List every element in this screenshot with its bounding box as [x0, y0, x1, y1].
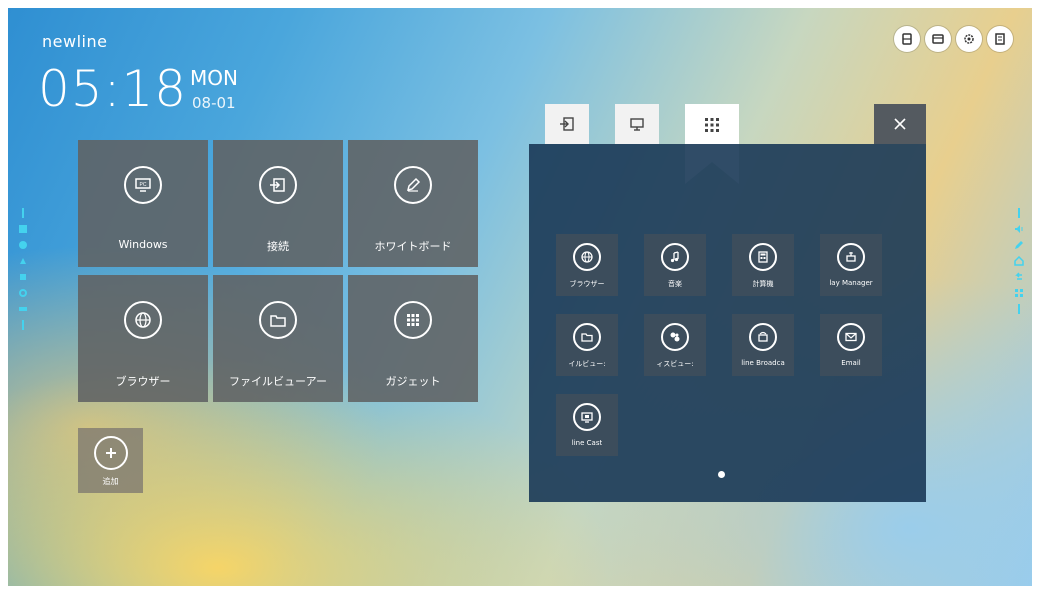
page-indicator-dot[interactable] [718, 471, 725, 478]
apps-icon[interactable] [1014, 288, 1024, 298]
app-label: ィスビュー: [656, 360, 694, 368]
settings-gear-icon[interactable] [956, 26, 982, 52]
app-label: イルビュー: [568, 360, 606, 368]
clock-day: MON [190, 66, 238, 90]
home-icon[interactable] [1014, 256, 1024, 266]
input-tab-icon [560, 117, 574, 131]
tile-browser[interactable]: ブラウザー [78, 275, 208, 402]
sidebar-divider [1018, 304, 1020, 314]
tab-display[interactable] [615, 104, 659, 144]
side-tool-icon[interactable] [18, 224, 28, 234]
app-label: line Broadca [741, 359, 785, 367]
display-tab-icon [630, 118, 644, 131]
pen-tool-icon[interactable] [1014, 240, 1024, 250]
input-source-icon [259, 166, 297, 204]
apps-grid-icon [394, 301, 432, 339]
left-sidebar [18, 208, 28, 330]
globe-icon [124, 301, 162, 339]
tile-file-viewer[interactable]: ファイルビューアー [213, 275, 343, 402]
app-label: lay Manager [829, 279, 873, 287]
pc-icon: PC [124, 166, 162, 204]
side-tool-icon[interactable] [18, 272, 28, 282]
email-icon [837, 323, 865, 351]
app-music[interactable]: 音楽 [644, 234, 706, 296]
tile-label: ブラウザー [115, 375, 171, 388]
app-photo-viewer[interactable]: ィスビュー: [644, 314, 706, 376]
app-label: ブラウザー [569, 280, 605, 288]
sidebar-divider [22, 320, 24, 330]
tile-gadget[interactable]: ガジェット [348, 275, 478, 402]
app-label: Email [841, 359, 861, 367]
display-manager-icon [837, 243, 865, 271]
tab-input[interactable] [545, 104, 589, 144]
close-panel-button[interactable] [874, 104, 926, 144]
clock-time: 05:18 [38, 60, 188, 118]
tile-label: ファイルビューアー [229, 375, 327, 388]
tile-label: 接続 [267, 240, 289, 253]
desktop-screen: newline 05:18 MON 08-01 PC Windows 接続 ホワ… [8, 8, 1032, 586]
photo-icon [661, 323, 689, 351]
app-cast[interactable]: line Cast [556, 394, 618, 456]
app-email[interactable]: Email [820, 314, 882, 376]
sidebar-divider [22, 208, 24, 218]
system-icons [894, 26, 1013, 52]
app-label: 音楽 [668, 280, 682, 288]
right-sidebar [1014, 208, 1024, 314]
side-tool-icon[interactable] [18, 304, 28, 314]
storage-icon[interactable] [894, 26, 920, 52]
side-tool-icon[interactable] [18, 288, 28, 298]
app-broadcast[interactable]: line Broadca [732, 314, 794, 376]
plus-icon [93, 436, 128, 470]
side-tool-icon[interactable] [18, 256, 28, 266]
globe-icon [573, 243, 601, 271]
app-browser[interactable]: ブラウザー [556, 234, 618, 296]
app-label: line Cast [571, 439, 603, 447]
broadcast-icon [749, 323, 777, 351]
tile-label: ガジェット [385, 375, 441, 388]
add-tile-button[interactable]: 追加 [78, 428, 143, 493]
window-icon[interactable] [925, 26, 951, 52]
app-display-manager[interactable]: lay Manager [820, 234, 882, 296]
tile-label: Windows [118, 238, 168, 251]
svg-text:PC: PC [140, 182, 147, 188]
tile-connect[interactable]: 接続 [213, 140, 343, 267]
tile-whiteboard[interactable]: ホワイトボード [348, 140, 478, 267]
tile-windows[interactable]: PC Windows [78, 140, 208, 267]
cast-icon [573, 403, 601, 431]
calculator-icon [749, 243, 777, 271]
music-icon [661, 243, 689, 271]
volume-icon[interactable] [1014, 224, 1024, 234]
brand-logo: newline [42, 32, 108, 51]
close-icon [894, 118, 906, 130]
tile-label: ホワイトボード [374, 240, 452, 253]
document-icon[interactable] [987, 26, 1013, 52]
back-icon[interactable] [1014, 272, 1024, 282]
pen-icon [394, 166, 432, 204]
folder-icon [259, 301, 297, 339]
app-calculator[interactable]: 計算機 [732, 234, 794, 296]
home-tiles: PC Windows 接続 ホワイトボード ブラウザー ファイルビューアー ガジ… [78, 140, 478, 402]
clock-date: 08-01 [192, 94, 236, 112]
folder-icon [573, 323, 601, 351]
side-tool-icon[interactable] [18, 240, 28, 250]
sidebar-divider [1018, 208, 1020, 218]
app-file-viewer[interactable]: イルビュー: [556, 314, 618, 376]
add-tile-label: 追加 [102, 477, 119, 486]
app-label: 計算機 [752, 280, 774, 288]
